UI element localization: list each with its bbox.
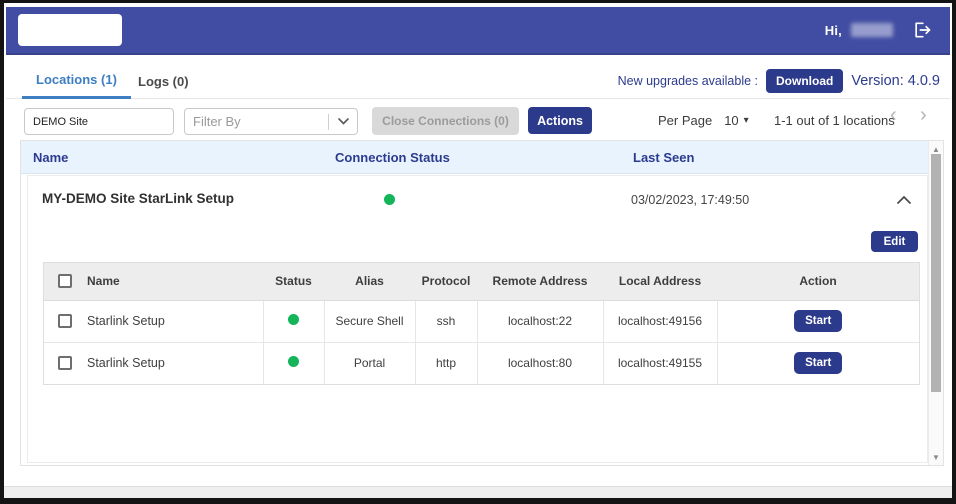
window-bottom-strip <box>4 486 952 498</box>
connections-table: Name Status Alias Protocol Remote Addres… <box>43 262 920 385</box>
upgrade-notice: New upgrades available : <box>618 74 758 88</box>
start-button[interactable]: Start <box>794 310 842 332</box>
pagination-range-text: 1-1 out of 1 locations <box>774 107 895 134</box>
scroll-down-icon[interactable]: ▼ <box>929 450 943 464</box>
connection-protocol: http <box>415 342 477 384</box>
tab-logs[interactable]: Logs (0) <box>128 63 199 99</box>
location-status-dot <box>384 194 395 205</box>
app-window: Hi, Locations (1) Logs (0) New upgrades … <box>0 0 956 504</box>
select-divider <box>328 114 329 130</box>
toolbar: Filter By Close Connections (0) Actions … <box>6 100 950 140</box>
select-all-checkbox[interactable] <box>58 274 72 288</box>
logout-icon[interactable] <box>910 18 934 42</box>
locations-table-header: Name Connection Status Last Seen <box>21 141 928 174</box>
filter-by-placeholder: Filter By <box>193 114 328 129</box>
chevron-left-icon[interactable]: ‹ <box>890 104 897 127</box>
status-dot <box>288 356 299 367</box>
scrollbar-thumb[interactable] <box>931 154 941 392</box>
connection-alias: Portal <box>324 342 415 384</box>
per-page-label: Per Page <box>658 113 712 128</box>
version-text: Version: 4.0.9 <box>851 73 940 89</box>
connections-header-alias: Alias <box>324 263 415 300</box>
per-page-dropdown[interactable]: 10 ▾ <box>724 113 749 128</box>
locations-header-last-seen: Last Seen <box>633 150 694 165</box>
tabs-row: Locations (1) Logs (0) New upgrades avai… <box>6 57 950 99</box>
table-row: Starlink Setup Portal http localhost:80 … <box>44 342 919 384</box>
app-logo <box>18 14 122 46</box>
locations-panel: Name Connection Status Last Seen MY-DEMO… <box>20 140 944 466</box>
connections-header-status: Status <box>263 263 324 300</box>
user-zone: Hi, <box>825 18 934 42</box>
chevron-up-icon[interactable] <box>893 188 915 210</box>
status-dot <box>288 314 299 325</box>
connections-header-row: Name Status Alias Protocol Remote Addres… <box>44 263 919 300</box>
connection-alias: Secure Shell <box>324 300 415 342</box>
greeting-text: Hi, <box>825 23 842 38</box>
connections-header-protocol: Protocol <box>415 263 477 300</box>
per-page-selected: 10 <box>724 113 738 128</box>
locations-header-connection-status: Connection Status <box>335 150 450 165</box>
actions-button[interactable]: Actions <box>528 107 592 134</box>
user-name-redacted <box>851 23 893 37</box>
connection-local-address: localhost:49155 <box>603 342 717 384</box>
download-button[interactable]: Download <box>766 69 843 93</box>
connection-protocol: ssh <box>415 300 477 342</box>
connections-header-action: Action <box>717 263 919 300</box>
location-name: MY-DEMO Site StarLink Setup <box>42 191 234 206</box>
connections-header-name: Name <box>87 274 120 288</box>
connections-header-local-address: Local Address <box>603 263 717 300</box>
edit-button[interactable]: Edit <box>871 231 918 252</box>
close-connections-button: Close Connections (0) <box>372 107 519 135</box>
chevron-right-icon[interactable]: › <box>920 104 927 127</box>
connection-name: Starlink Setup <box>87 356 165 370</box>
vertical-scrollbar[interactable]: ▲ ▼ <box>928 141 943 465</box>
chevron-down-icon <box>338 118 349 125</box>
connections-header-remote-address: Remote Address <box>477 263 603 300</box>
connection-remote-address: localhost:80 <box>477 342 603 384</box>
connection-local-address: localhost:49156 <box>603 300 717 342</box>
row-checkbox[interactable] <box>58 314 72 328</box>
connection-remote-address: localhost:22 <box>477 300 603 342</box>
row-checkbox[interactable] <box>58 356 72 370</box>
table-row: Starlink Setup Secure Shell ssh localhos… <box>44 300 919 342</box>
tab-locations[interactable]: Locations (1) <box>22 63 131 99</box>
locations-header-name: Name <box>33 150 68 165</box>
caret-down-icon: ▾ <box>744 115 749 126</box>
start-button[interactable]: Start <box>794 352 842 374</box>
upgrade-zone: New upgrades available : Download Versio… <box>618 65 940 97</box>
location-last-seen: 03/02/2023, 17:49:50 <box>631 193 749 207</box>
site-search-input[interactable] <box>24 108 174 135</box>
filter-by-select[interactable]: Filter By <box>184 108 358 135</box>
per-page-control: Per Page 10 ▾ <box>658 107 749 134</box>
connection-name: Starlink Setup <box>87 314 165 328</box>
app-header-bar: Hi, <box>6 7 950 55</box>
